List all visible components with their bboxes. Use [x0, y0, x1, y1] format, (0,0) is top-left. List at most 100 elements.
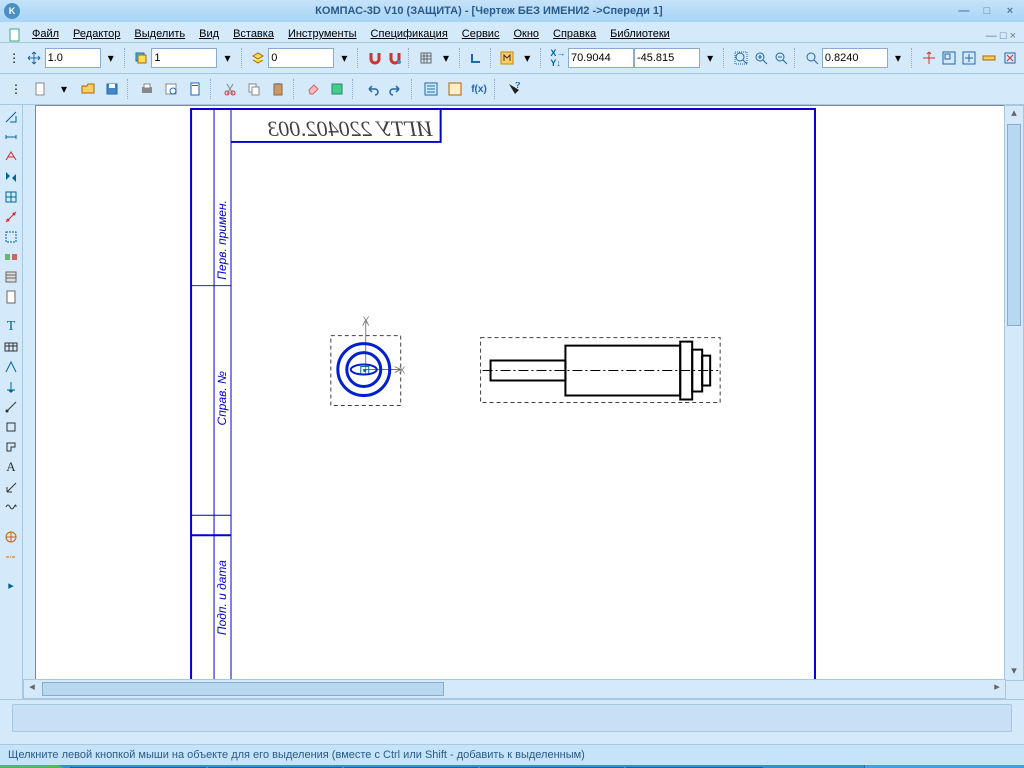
- eraser-icon[interactable]: [302, 78, 324, 100]
- zoom-window-icon[interactable]: [940, 47, 958, 69]
- dropdown3-icon[interactable]: ▾: [335, 47, 353, 69]
- zoom-input[interactable]: [822, 48, 888, 68]
- scale2-input[interactable]: [151, 48, 217, 68]
- lt-more-icon[interactable]: ▸: [2, 576, 20, 594]
- lt-param-icon[interactable]: [2, 188, 20, 206]
- drawing-canvas[interactable]: ИГТУ 220402.003 Перв. примен. Справ. № П…: [35, 105, 1006, 681]
- left-toolbar: T A ▸: [0, 105, 23, 699]
- dropdown-new-icon[interactable]: ▾: [53, 78, 75, 100]
- minimize-button[interactable]: —: [956, 5, 972, 17]
- zoom-icon[interactable]: [803, 47, 821, 69]
- zoom-out-icon[interactable]: [772, 47, 790, 69]
- zoom-fit-icon[interactable]: [732, 47, 750, 69]
- grip2-icon[interactable]: ⋮: [5, 78, 27, 100]
- lock-icon[interactable]: ▾: [701, 47, 719, 69]
- menu-spec[interactable]: Спецификация: [365, 26, 454, 42]
- menu-insert[interactable]: Вставка: [227, 26, 280, 42]
- doc-icon: [8, 28, 22, 42]
- lt-measure-icon[interactable]: [2, 208, 20, 226]
- cut-icon[interactable]: [219, 78, 241, 100]
- menu-view[interactable]: Вид: [193, 26, 225, 42]
- lt-geom-icon[interactable]: [2, 108, 20, 126]
- lt-stamp-icon[interactable]: [2, 438, 20, 456]
- magnet1-icon[interactable]: [366, 47, 384, 69]
- menu-libs[interactable]: Библиотеки: [604, 26, 676, 42]
- menu-tools[interactable]: Инструменты: [282, 26, 363, 42]
- scrollbar-vertical[interactable]: ▴ ▾: [1004, 105, 1024, 681]
- lt-edit-icon[interactable]: [2, 168, 20, 186]
- undo-icon[interactable]: [361, 78, 383, 100]
- coord-y-input[interactable]: [634, 48, 700, 68]
- menu-editor[interactable]: Редактор: [67, 26, 126, 42]
- redo-icon[interactable]: [385, 78, 407, 100]
- save-icon[interactable]: [101, 78, 123, 100]
- lt-axis-icon[interactable]: [2, 548, 20, 566]
- lt-report-icon[interactable]: [2, 288, 20, 306]
- zoom-all-icon[interactable]: [960, 47, 978, 69]
- lt-center-icon[interactable]: [2, 528, 20, 546]
- toolbar-1: ⋮ ▾ ▾ ▾ ▾ ▾ X→Y↓ ▾ ▾: [0, 43, 1024, 74]
- arrows-icon[interactable]: [25, 47, 43, 69]
- copy-icon[interactable]: [243, 78, 265, 100]
- paste-icon[interactable]: [267, 78, 289, 100]
- fx-icon[interactable]: f(x): [468, 78, 490, 100]
- coord-icon[interactable]: [498, 47, 516, 69]
- redraw-icon[interactable]: [1001, 47, 1019, 69]
- lt-select-icon[interactable]: [2, 228, 20, 246]
- dropdown-grid-icon[interactable]: ▾: [437, 47, 455, 69]
- maximize-button[interactable]: □: [979, 5, 995, 17]
- dropdown-icon[interactable]: ▾: [102, 47, 120, 69]
- lt-base-icon[interactable]: [2, 378, 20, 396]
- doc-maximize-button[interactable]: □: [1000, 30, 1007, 42]
- tree-icon[interactable]: [420, 78, 442, 100]
- lt-assoc-icon[interactable]: [2, 248, 20, 266]
- ruler-icon[interactable]: [980, 47, 998, 69]
- ortho-icon[interactable]: [467, 47, 485, 69]
- lt-sep3: [2, 568, 20, 574]
- doc-minimize-button[interactable]: —: [986, 30, 997, 42]
- lt-rough-icon[interactable]: [2, 358, 20, 376]
- layer-btn-icon[interactable]: [132, 47, 150, 69]
- props-icon[interactable]: [326, 78, 348, 100]
- open-icon[interactable]: [77, 78, 99, 100]
- coord-x-input[interactable]: [568, 48, 634, 68]
- lt-dim-icon[interactable]: [2, 128, 20, 146]
- help-icon[interactable]: ?: [503, 78, 525, 100]
- axis-x-label: X: [399, 366, 406, 377]
- xy-icon[interactable]: X→Y↓: [549, 47, 567, 69]
- dropdown-zoom-icon[interactable]: ▾: [889, 47, 907, 69]
- doc-close-button[interactable]: ×: [1010, 30, 1016, 42]
- page-icon[interactable]: [184, 78, 206, 100]
- pan-icon[interactable]: [919, 47, 937, 69]
- lt-mark-icon[interactable]: [2, 418, 20, 436]
- lt-table-icon[interactable]: [2, 338, 20, 356]
- lt-line-icon[interactable]: [2, 398, 20, 416]
- menu-file[interactable]: Файл: [26, 26, 65, 42]
- new-icon[interactable]: [29, 78, 51, 100]
- grip-icon[interactable]: ⋮: [5, 47, 23, 69]
- menu-help[interactable]: Справка: [547, 26, 602, 42]
- lt-text2-icon[interactable]: T: [2, 318, 20, 336]
- lt-spec-icon[interactable]: [2, 268, 20, 286]
- property-bar-inset[interactable]: [12, 704, 1012, 732]
- preview-icon[interactable]: [160, 78, 182, 100]
- grid-icon[interactable]: [417, 47, 435, 69]
- dropdown2-icon[interactable]: ▾: [218, 47, 236, 69]
- lt-a-icon[interactable]: A: [2, 458, 20, 476]
- close-button[interactable]: ×: [1002, 5, 1018, 17]
- vars-icon[interactable]: [444, 78, 466, 100]
- lt-arrow-icon[interactable]: [2, 478, 20, 496]
- dropdown4-icon[interactable]: ▾: [518, 47, 536, 69]
- magnet2-icon[interactable]: [386, 47, 404, 69]
- menu-select[interactable]: Выделить: [128, 26, 191, 42]
- menu-service[interactable]: Сервис: [456, 26, 506, 42]
- lt-text-icon[interactable]: [2, 148, 20, 166]
- layer-input[interactable]: [268, 48, 334, 68]
- lt-wave-icon[interactable]: [2, 498, 20, 516]
- scrollbar-horizontal[interactable]: ◂ ▸: [23, 679, 1006, 699]
- zoom-in-icon[interactable]: [752, 47, 770, 69]
- menu-window[interactable]: Окно: [507, 26, 545, 42]
- print-icon[interactable]: [136, 78, 158, 100]
- layers-icon[interactable]: [249, 47, 267, 69]
- scale1-input[interactable]: [45, 48, 101, 68]
